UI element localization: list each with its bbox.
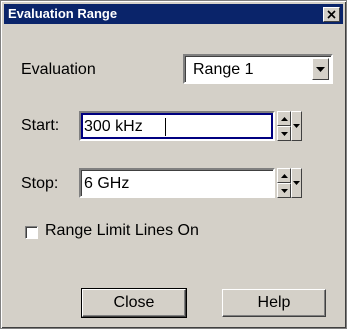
start-unit-dropdown-button[interactable]	[291, 111, 302, 141]
start-value: 300 kHz	[84, 118, 143, 135]
title-bar[interactable]: Evaluation Range	[4, 4, 343, 24]
stop-input[interactable]: 6 GHz	[79, 168, 275, 198]
evaluation-label: Evaluation	[21, 61, 96, 78]
start-input[interactable]: 300 kHz	[79, 111, 275, 141]
stop-spinner[interactable]	[277, 168, 291, 198]
range-limit-lines-label[interactable]: Range Limit Lines On	[45, 222, 199, 240]
stop-label: Stop:	[21, 175, 59, 192]
text-caret	[165, 118, 166, 136]
stop-increment-button[interactable]	[277, 168, 291, 183]
start-increment-button[interactable]	[277, 111, 291, 126]
stop-value: 6 GHz	[84, 175, 130, 192]
evaluation-dropdown-button[interactable]	[312, 58, 329, 80]
chevron-down-icon	[293, 181, 300, 185]
start-decrement-button[interactable]	[277, 126, 291, 141]
arrow-up-icon	[280, 116, 288, 121]
evaluation-selected-value: Range 1	[193, 61, 254, 78]
arrow-up-icon	[280, 173, 288, 178]
evaluation-select[interactable]: Range 1	[183, 54, 333, 84]
start-label: Start:	[21, 117, 60, 134]
arrow-down-icon	[280, 188, 288, 193]
help-button[interactable]: Help	[222, 289, 326, 317]
window-title: Evaluation Range	[8, 6, 118, 21]
stop-decrement-button[interactable]	[277, 183, 291, 198]
close-icon	[327, 10, 336, 19]
chevron-down-icon	[293, 124, 300, 128]
stop-unit-dropdown-button[interactable]	[291, 168, 302, 198]
close-window-button[interactable]	[323, 7, 340, 22]
chevron-down-icon	[316, 66, 325, 72]
close-button[interactable]: Close	[81, 288, 187, 318]
evaluation-range-dialog: Evaluation Range Evaluation Range 1 Star…	[0, 0, 347, 329]
start-spinner[interactable]	[277, 111, 291, 141]
range-limit-lines-checkbox[interactable]	[25, 226, 38, 239]
arrow-down-icon	[280, 131, 288, 136]
